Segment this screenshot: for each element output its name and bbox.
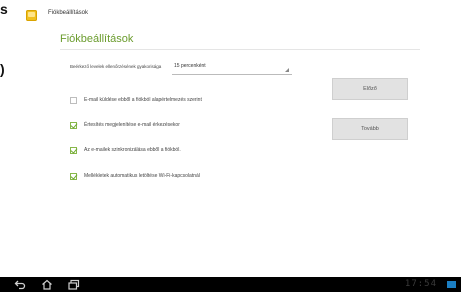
status-clock: 17:54 bbox=[404, 279, 437, 289]
option-label: E-mail küldése ebből a fiókból alapértel… bbox=[84, 97, 202, 103]
signal-status-icon bbox=[447, 281, 456, 288]
email-app-icon bbox=[26, 10, 37, 21]
page-title: Fiókbeállítások bbox=[60, 33, 134, 45]
home-icon[interactable] bbox=[41, 279, 53, 290]
prev-button[interactable]: Előző bbox=[332, 78, 408, 100]
recent-apps-icon[interactable] bbox=[68, 279, 80, 290]
option-label: Mellékletek automatikus letöltése Wi-Fi-… bbox=[84, 173, 200, 179]
option-attachments[interactable]: Mellékletek automatikus letöltése Wi-Fi-… bbox=[70, 170, 200, 182]
edge-char-2: ) bbox=[0, 61, 5, 77]
system-nav-bar: 17:54 bbox=[0, 277, 461, 292]
option-label: Az e-mailek szinkronizálása ebből a fiók… bbox=[84, 147, 181, 153]
frequency-label: Beérkező levelek ellenőrzésének gyakoris… bbox=[70, 64, 162, 69]
next-button[interactable]: Tovább bbox=[332, 118, 408, 140]
title-bar: Fiókbeállítások bbox=[10, 0, 461, 30]
back-icon[interactable] bbox=[14, 279, 26, 290]
option-label: Értesítés megjelenítése e-mail érkezések… bbox=[84, 122, 180, 128]
option-default-account[interactable]: E-mail küldése ebből a fiókból alapértel… bbox=[70, 94, 202, 106]
edge-artifact: s ) bbox=[0, 0, 10, 120]
checkbox-icon[interactable] bbox=[70, 96, 77, 104]
app-title: Fiókbeállítások bbox=[48, 10, 89, 16]
checkbox-checked-icon[interactable] bbox=[70, 172, 77, 180]
option-sync[interactable]: Az e-mailek szinkronizálása ebből a fiók… bbox=[70, 144, 181, 156]
checkbox-checked-icon[interactable] bbox=[70, 146, 77, 154]
option-notify[interactable]: Értesítés megjelenítése e-mail érkezések… bbox=[70, 119, 180, 131]
edge-char-1: s bbox=[0, 1, 8, 17]
checkbox-checked-icon[interactable] bbox=[70, 121, 77, 129]
frequency-value: 15 percenként bbox=[174, 63, 206, 69]
title-divider bbox=[60, 49, 420, 50]
dropdown-arrow-icon bbox=[285, 68, 289, 72]
frequency-select[interactable]: 15 percenként bbox=[172, 60, 292, 75]
